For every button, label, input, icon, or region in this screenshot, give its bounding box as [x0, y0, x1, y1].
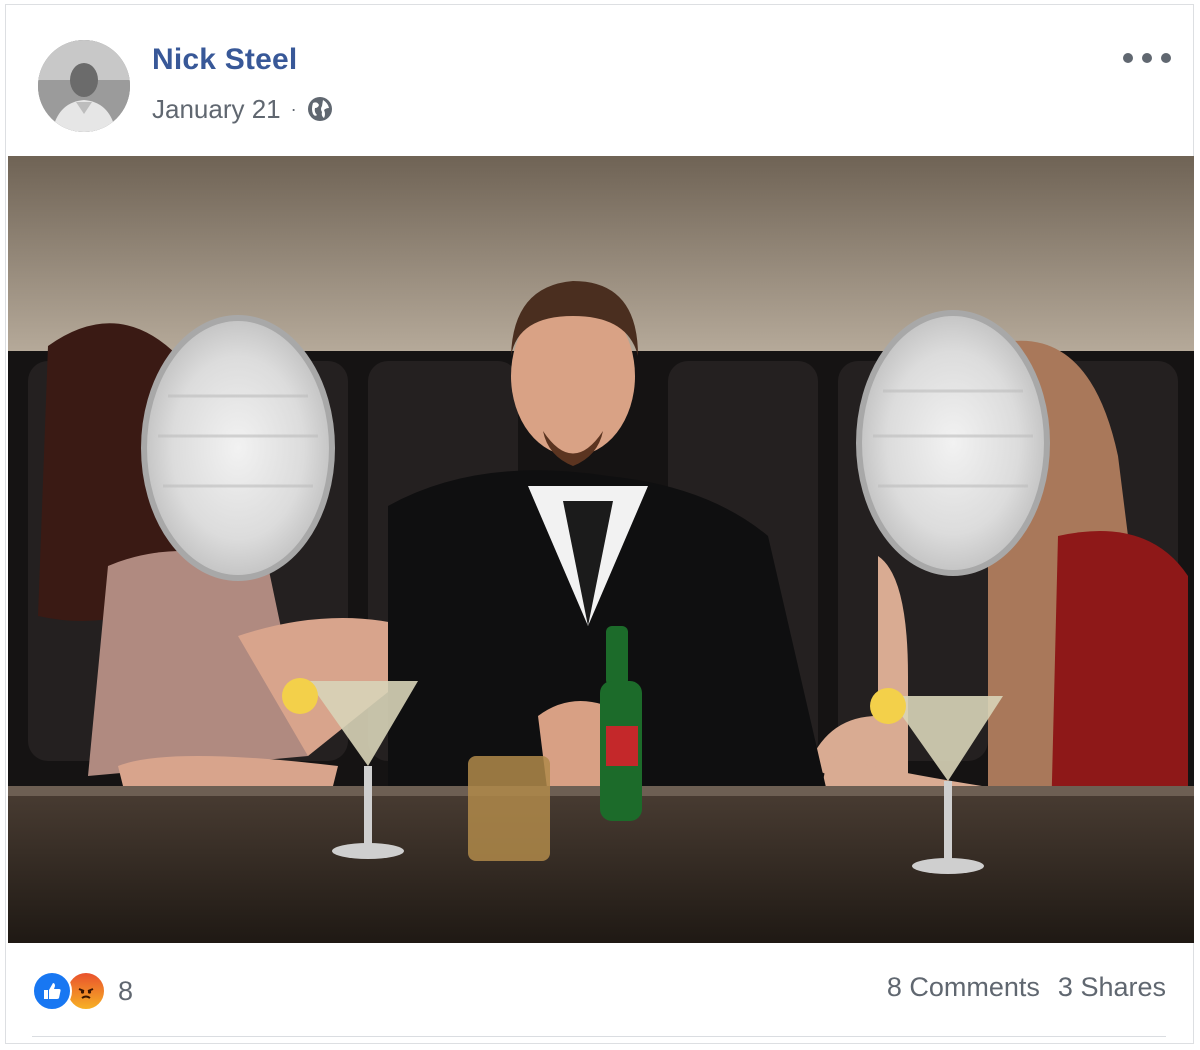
post-photo[interactable] [8, 156, 1194, 943]
meta-separator: · [290, 98, 297, 119]
more-options-icon[interactable] [1123, 43, 1171, 73]
footer-divider [32, 1036, 1166, 1037]
dot-icon [1123, 53, 1133, 63]
shares-count[interactable]: 3 Shares [1058, 972, 1166, 1003]
globe-icon[interactable] [305, 94, 335, 124]
dot-icon [1161, 53, 1171, 63]
comments-count[interactable]: 8 Comments [887, 972, 1040, 1003]
dot-icon [1142, 53, 1152, 63]
author-name[interactable]: Nick Steel [152, 43, 297, 77]
post-date[interactable]: January 21 [152, 94, 281, 125]
angry-icon [66, 971, 106, 1011]
reactions-summary[interactable]: 8 [32, 970, 133, 1012]
author-avatar[interactable] [38, 40, 130, 132]
reaction-count[interactable]: 8 [118, 976, 133, 1007]
like-icon [32, 971, 72, 1011]
engagement-counts: 8 Comments 3 Shares [887, 972, 1166, 1003]
post-meta: January 21 · [152, 93, 335, 125]
